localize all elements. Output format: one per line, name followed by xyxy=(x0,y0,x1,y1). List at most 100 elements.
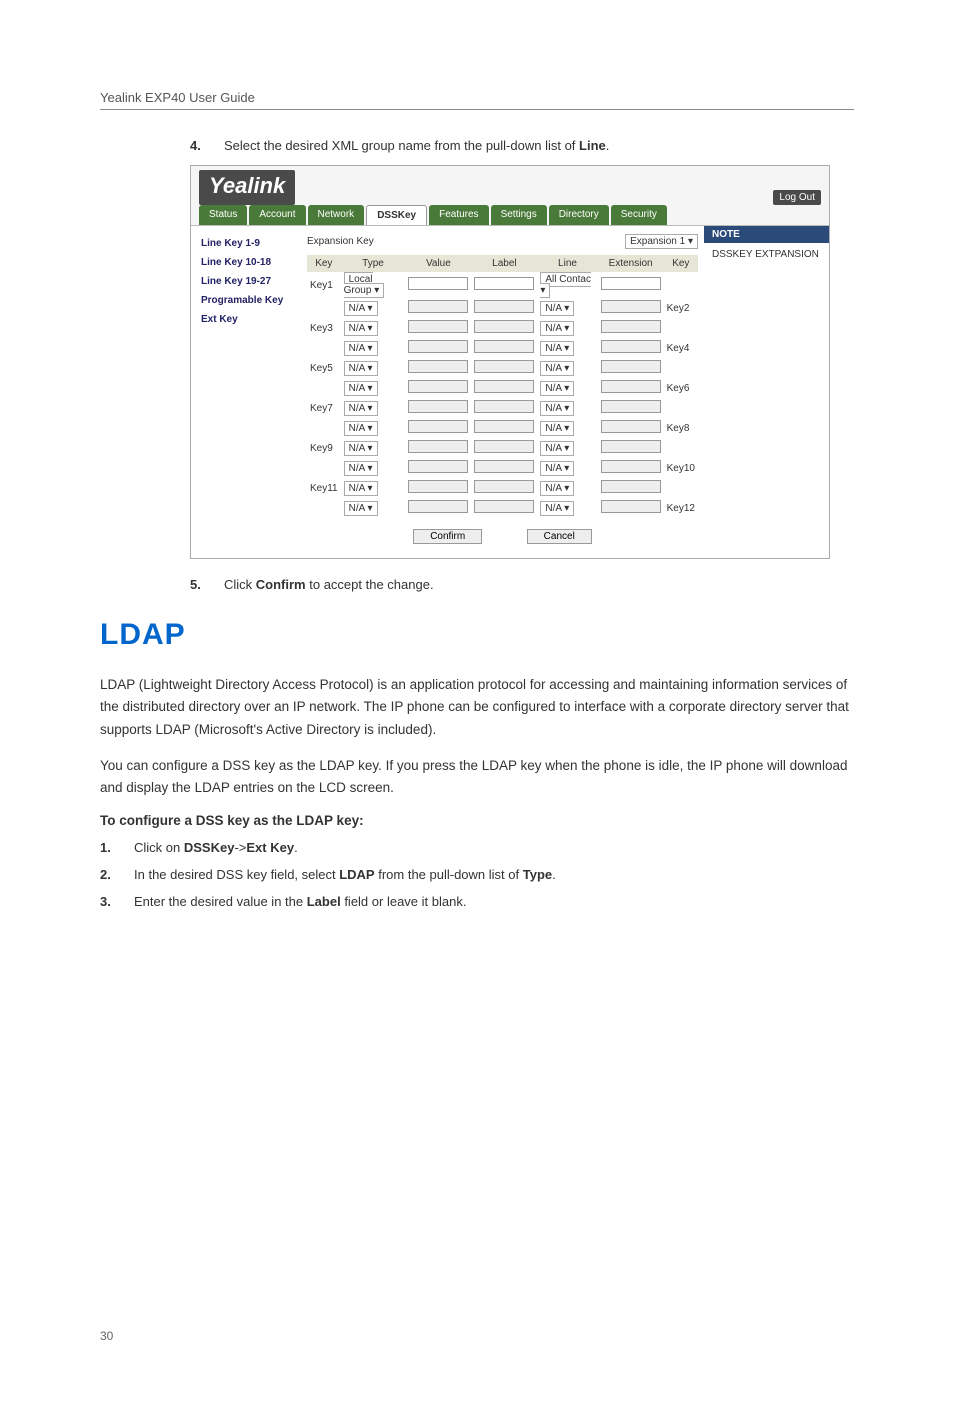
tab-settings[interactable]: Settings xyxy=(491,205,547,225)
table-header: Type xyxy=(341,255,406,272)
key-label-right: Key2 xyxy=(667,303,690,314)
label-input xyxy=(474,500,534,513)
step-text: Enter the desired value in the Label fie… xyxy=(134,894,466,909)
chevron-down-icon: ▾ xyxy=(688,236,693,247)
ldap-para-2: You can configure a DSS key as the LDAP … xyxy=(100,755,854,800)
line-select: N/A ▾ xyxy=(540,321,574,336)
tab-dsskey[interactable]: DSSKey xyxy=(366,205,427,225)
tab-status[interactable]: Status xyxy=(199,205,247,225)
note-heading: NOTE xyxy=(704,226,829,243)
table-header: Key xyxy=(307,255,341,272)
type-select[interactable]: N/A ▾ xyxy=(344,481,378,496)
expansion-key-label: Expansion Key xyxy=(307,236,374,247)
table-row: N/A ▾ N/A ▾ Key8 xyxy=(307,418,698,438)
sidebar-item[interactable]: Line Key 1-9 xyxy=(195,234,297,253)
table-row: Key9N/A ▾N/A ▾ xyxy=(307,438,698,458)
value-input xyxy=(408,480,468,493)
cancel-button[interactable]: Cancel xyxy=(527,529,592,544)
table-row: N/A ▾N/A ▾Key10 xyxy=(307,458,698,478)
value-input xyxy=(408,500,468,513)
type-select[interactable]: Local Group ▾ xyxy=(344,272,385,298)
value-input xyxy=(408,360,468,373)
label-input xyxy=(474,340,534,353)
type-select[interactable]: N/A ▾ xyxy=(344,461,378,476)
label-input xyxy=(474,300,534,313)
line-select: N/A ▾ xyxy=(540,341,574,356)
line-select[interactable]: All Contac ▾ xyxy=(540,272,591,298)
value-input xyxy=(408,440,468,453)
key-label: Key9 xyxy=(310,443,333,454)
sidebar: Line Key 1-9Line Key 10-18Line Key 19-27… xyxy=(191,226,301,558)
tab-security[interactable]: Security xyxy=(611,205,667,225)
label-input xyxy=(474,420,534,433)
value-input xyxy=(408,460,468,473)
tab-directory[interactable]: Directory xyxy=(549,205,609,225)
ldap-para-1: LDAP (Lightweight Directory Access Proto… xyxy=(100,674,854,741)
sidebar-item[interactable]: Ext Key xyxy=(195,310,297,329)
step-4: 4. Select the desired XML group name fro… xyxy=(190,138,854,153)
type-select[interactable]: N/A ▾ xyxy=(344,421,378,436)
key-label: Key11 xyxy=(310,483,338,494)
step-text: Select the desired XML group name from t… xyxy=(224,138,609,153)
type-select[interactable]: N/A ▾ xyxy=(344,381,378,396)
config-step-3: 3. Enter the desired value in the Label … xyxy=(100,894,854,909)
extension-input xyxy=(601,400,661,413)
value-input xyxy=(408,340,468,353)
table-row: Key11N/A ▾N/A ▾ xyxy=(307,478,698,498)
tab-features[interactable]: Features xyxy=(429,205,488,225)
step-5: 5. Click Confirm to accept the change. xyxy=(190,577,854,592)
type-select[interactable]: N/A ▾ xyxy=(344,341,378,356)
table-header: Label xyxy=(471,255,537,272)
line-select: N/A ▾ xyxy=(540,501,574,516)
type-select[interactable]: N/A ▾ xyxy=(344,301,378,316)
brand-logo: Yealink xyxy=(199,170,295,205)
line-select: N/A ▾ xyxy=(540,461,574,476)
sidebar-item[interactable]: Line Key 19-27 xyxy=(195,272,297,291)
sidebar-item[interactable]: Line Key 10-18 xyxy=(195,253,297,272)
type-select[interactable]: N/A ▾ xyxy=(344,401,378,416)
line-select: N/A ▾ xyxy=(540,301,574,316)
extension-input xyxy=(601,480,661,493)
key-label: Key1 xyxy=(310,280,333,291)
value-input xyxy=(408,400,468,413)
table-row: Key7N/A ▾N/A ▾ xyxy=(307,398,698,418)
page-number: 30 xyxy=(100,1329,854,1343)
key-label-right: Key8 xyxy=(667,423,690,434)
line-select: N/A ▾ xyxy=(540,421,574,436)
value-input xyxy=(408,380,468,393)
table-row: N/A ▾ N/A ▾ Key4 xyxy=(307,338,698,358)
key-label-right: Key4 xyxy=(667,343,690,354)
page-header: Yealink EXP40 User Guide xyxy=(100,90,854,110)
type-select[interactable]: N/A ▾ xyxy=(344,441,378,456)
value-input[interactable] xyxy=(408,277,468,290)
extension-input[interactable] xyxy=(601,277,661,290)
config-step-2: 2. In the desired DSS key field, select … xyxy=(100,867,854,882)
label-input xyxy=(474,440,534,453)
key-label-right: Key12 xyxy=(667,503,695,514)
label-input xyxy=(474,460,534,473)
step-num: 4. xyxy=(190,138,206,153)
table-row: Key5N/A ▾N/A ▾ xyxy=(307,358,698,378)
type-select[interactable]: N/A ▾ xyxy=(344,501,378,516)
logout-link[interactable]: Log Out xyxy=(773,190,821,205)
table-row: N/A ▾ N/A ▾ Key12 xyxy=(307,498,698,518)
config-step-1: 1. Click on DSSKey->Ext Key. xyxy=(100,840,854,855)
label-input xyxy=(474,400,534,413)
tab-network[interactable]: Network xyxy=(308,205,365,225)
step-num: 2. xyxy=(100,867,116,882)
step-text: Click Confirm to accept the change. xyxy=(224,577,434,592)
table-row: N/A ▾N/A ▾Key6 xyxy=(307,378,698,398)
key-label: Key5 xyxy=(310,363,333,374)
confirm-button[interactable]: Confirm xyxy=(413,529,482,544)
table-header: Key xyxy=(664,255,698,272)
type-select[interactable]: N/A ▾ xyxy=(344,321,378,336)
label-input[interactable] xyxy=(474,277,534,290)
extension-input xyxy=(601,420,661,433)
type-select[interactable]: N/A ▾ xyxy=(344,361,378,376)
expansion-select[interactable]: Expansion 1 ▾ xyxy=(625,234,698,249)
step-num: 5. xyxy=(190,577,206,592)
tab-account[interactable]: Account xyxy=(249,205,305,225)
extension-input xyxy=(601,460,661,473)
sidebar-item[interactable]: Programable Key xyxy=(195,291,297,310)
webui-screenshot: Yealink Log Out StatusAccountNetworkDSSK… xyxy=(190,165,830,559)
